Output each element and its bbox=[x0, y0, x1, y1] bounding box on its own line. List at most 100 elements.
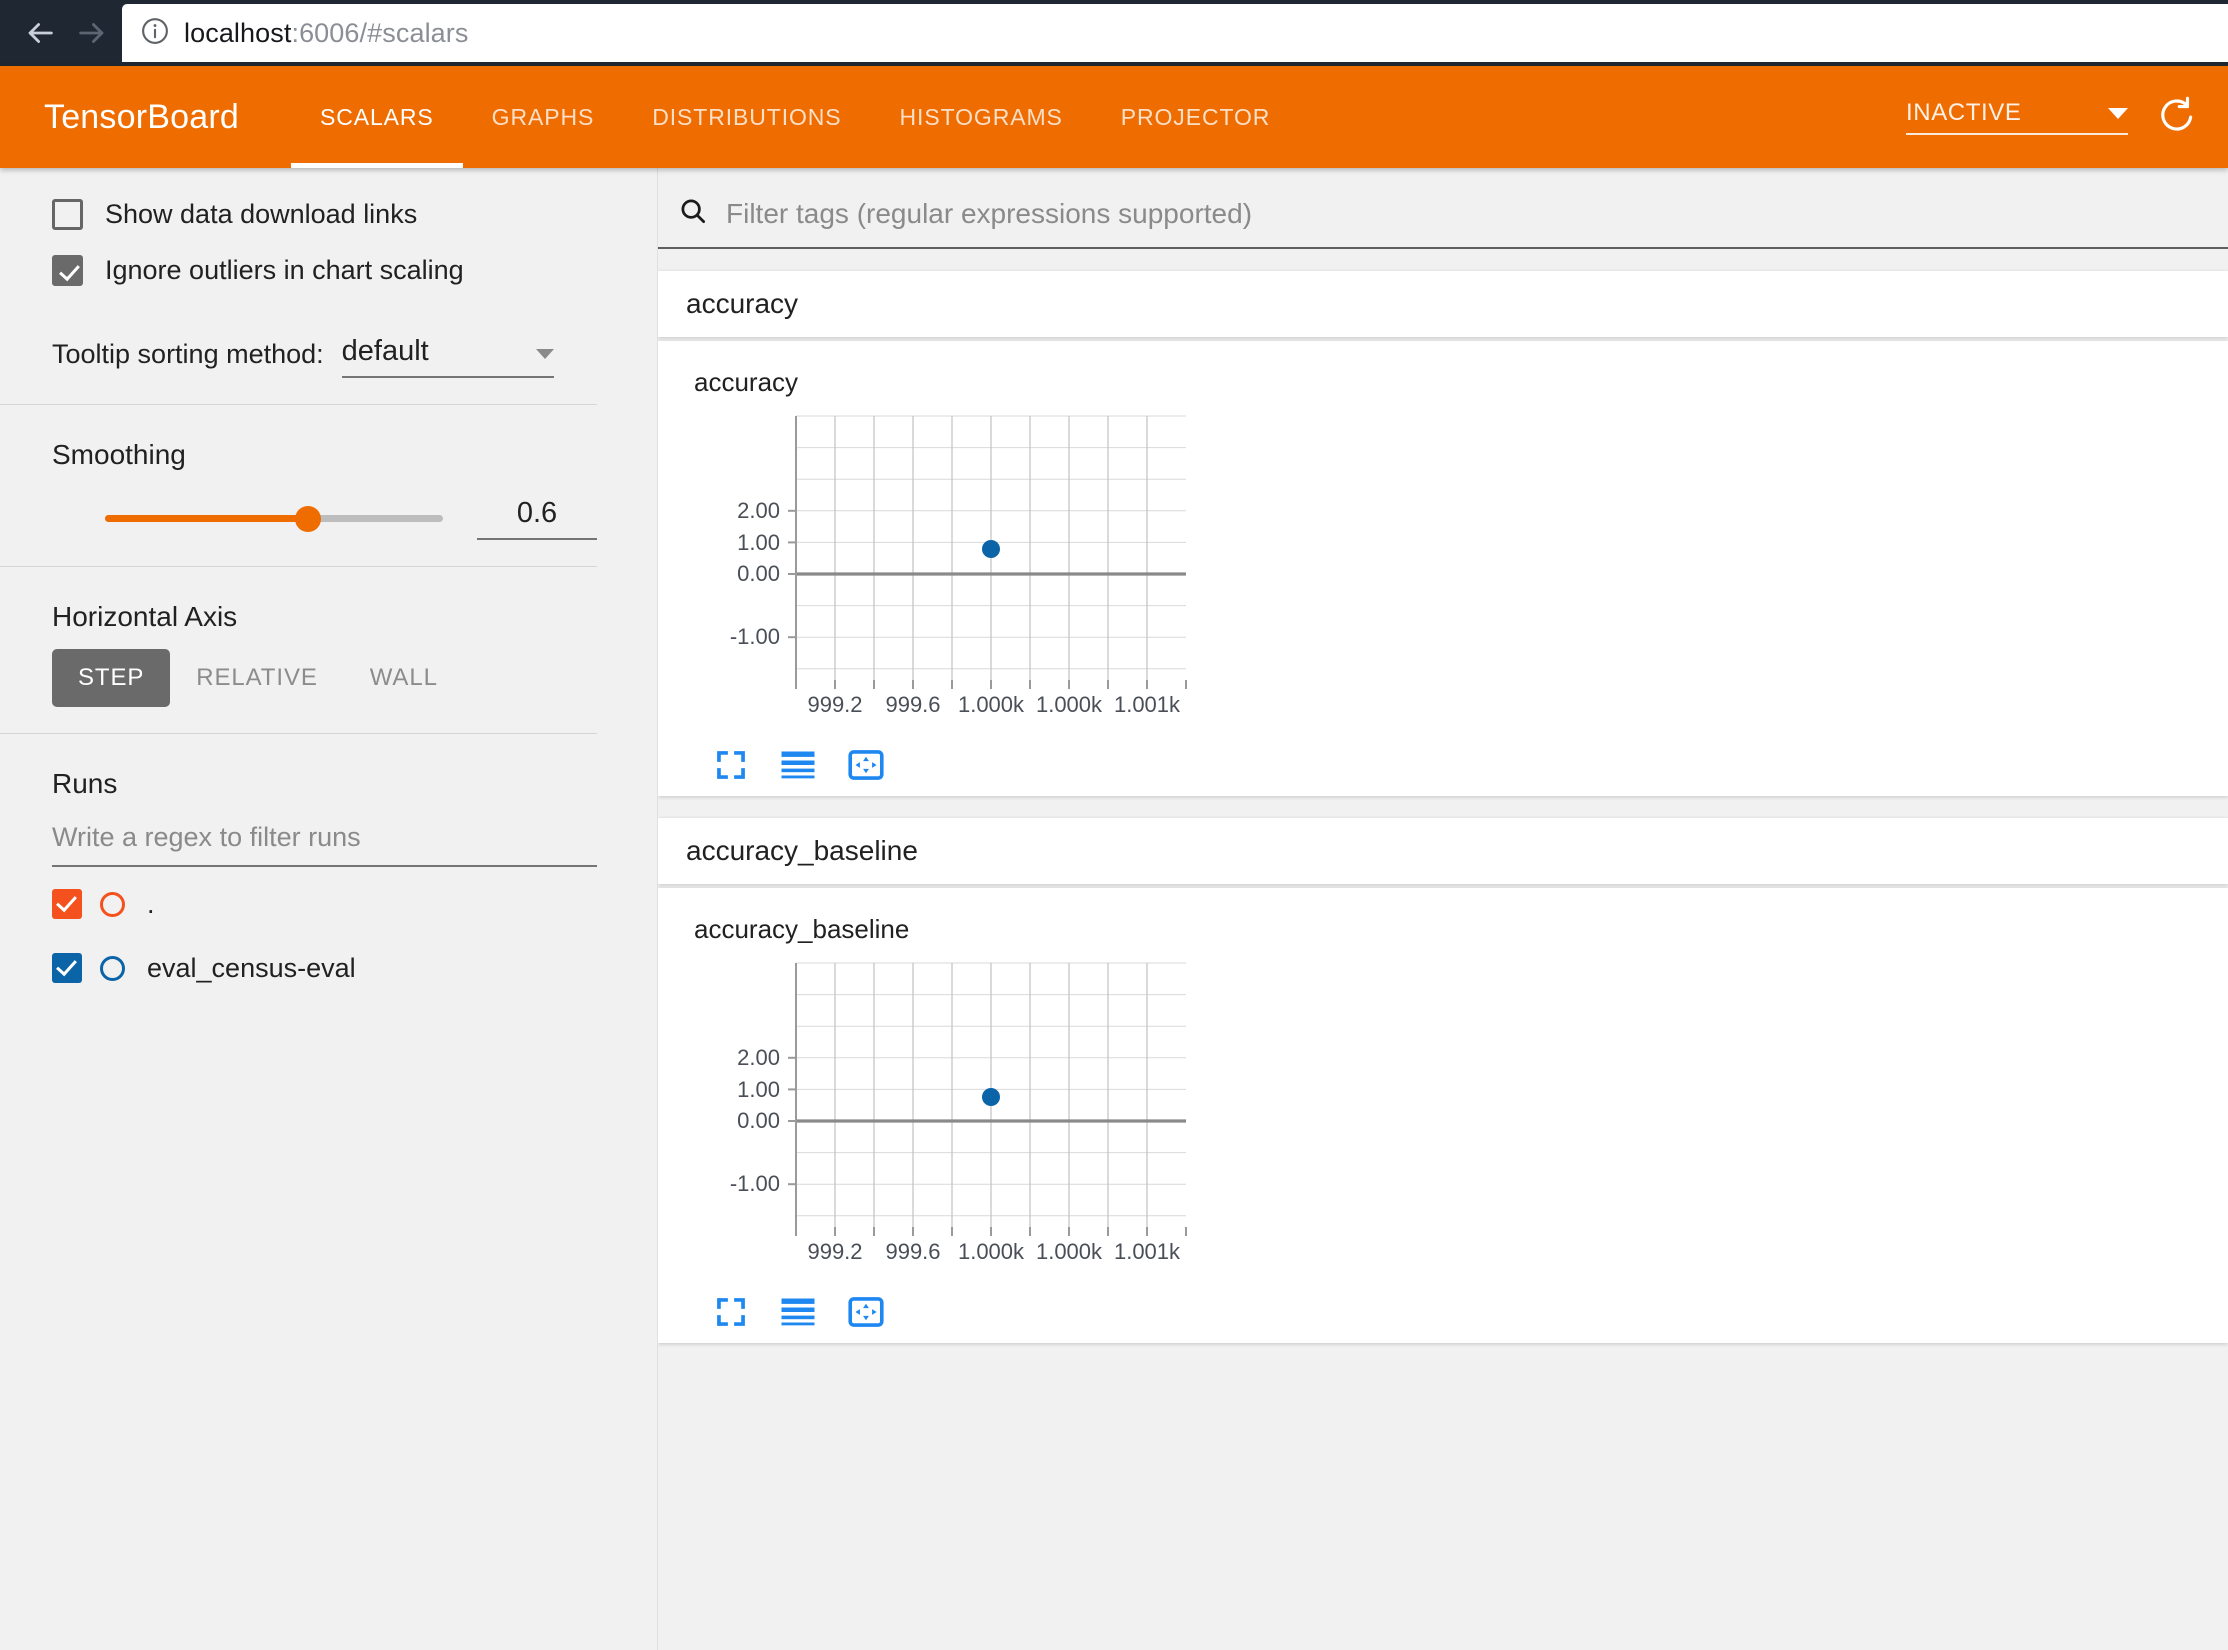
label-ignore-outliers: Ignore outliers in chart scaling bbox=[105, 254, 464, 285]
svg-text:1.000k: 1.000k bbox=[958, 692, 1025, 717]
chart-plot-accuracy[interactable]: 2.00 1.00 0.00 -1.00 999.2 999.6 1.000k … bbox=[686, 408, 1206, 738]
pan-reset-icon[interactable] bbox=[848, 1296, 884, 1328]
chevron-down-icon bbox=[2108, 107, 2128, 119]
tab-graphs[interactable]: GRAPHS bbox=[463, 66, 624, 168]
page-body: Show data download links Ignore outliers… bbox=[0, 168, 2228, 1650]
tab-histograms[interactable]: HISTOGRAMS bbox=[871, 66, 1092, 168]
arrow-left-icon bbox=[23, 16, 57, 50]
tab-projector[interactable]: PROJECTOR bbox=[1092, 66, 1300, 168]
data-series-lines-icon[interactable] bbox=[780, 750, 816, 780]
svg-text:1.000k: 1.000k bbox=[958, 1239, 1025, 1264]
data-point bbox=[982, 1088, 1000, 1106]
svg-text:2.00: 2.00 bbox=[737, 498, 780, 523]
sidebar-horizontal-axis-section: Horizontal Axis STEP RELATIVE WALL bbox=[0, 601, 657, 707]
horizontal-axis-title: Horizontal Axis bbox=[52, 601, 238, 632]
refresh-icon bbox=[2156, 94, 2198, 141]
sidebar-divider-1 bbox=[0, 404, 597, 405]
tooltip-sorting-select[interactable]: default bbox=[341, 335, 554, 378]
data-point bbox=[982, 540, 1000, 558]
run-checkbox-dot[interactable] bbox=[52, 889, 82, 919]
axis-option-step[interactable]: STEP bbox=[52, 649, 171, 707]
chart-title-accuracy-baseline: accuracy_baseline bbox=[694, 914, 910, 944]
fullscreen-expand-icon[interactable] bbox=[714, 1295, 748, 1329]
chart-svg-accuracy-baseline: 2.00 1.00 0.00 -1.00 999.2 999.6 1.000k … bbox=[730, 962, 1187, 1264]
smoothing-slider[interactable] bbox=[105, 505, 443, 532]
search-icon bbox=[678, 196, 708, 231]
run-color-circle-dot bbox=[100, 891, 125, 917]
chart-card-body-accuracy: accuracy 2.00 1.00 0.00 -1.00 999.2 999.… bbox=[658, 341, 2228, 796]
svg-text:1.001k: 1.001k bbox=[1114, 692, 1181, 717]
tag-filter-bar[interactable]: Filter tags (regular expressions support… bbox=[658, 196, 2228, 249]
reload-mode-value: INACTIVE bbox=[1906, 99, 2022, 126]
svg-text:999.2: 999.2 bbox=[807, 1239, 862, 1264]
fullscreen-expand-icon[interactable] bbox=[714, 748, 748, 782]
tag-card-accuracy: accuracy bbox=[658, 271, 2228, 337]
tooltip-sorting-label: Tooltip sorting method: bbox=[52, 339, 324, 369]
svg-text:1.000k: 1.000k bbox=[1036, 1239, 1103, 1264]
tab-distributions[interactable]: DISTRIBUTIONS bbox=[623, 66, 870, 168]
svg-text:999.6: 999.6 bbox=[885, 692, 940, 717]
sidebar: Show data download links Ignore outliers… bbox=[0, 168, 658, 1650]
refresh-button[interactable] bbox=[2156, 94, 2198, 141]
smoothing-slider-fill bbox=[105, 515, 308, 522]
svg-text:0.00: 0.00 bbox=[737, 561, 780, 586]
label-show-download-links: Show data download links bbox=[105, 198, 418, 229]
url-text: localhost:6006/#scalars bbox=[184, 18, 468, 49]
option-ignore-outliers[interactable]: Ignore outliers in chart scaling bbox=[52, 242, 657, 298]
tag-card-header-accuracy[interactable]: accuracy bbox=[658, 271, 2228, 337]
smoothing-row: 0.6 bbox=[52, 497, 657, 540]
smoothing-value-field[interactable]: 0.6 bbox=[477, 497, 597, 540]
chart-svg-accuracy: 2.00 1.00 0.00 -1.00 999.2 999.6 1.000k … bbox=[730, 415, 1187, 717]
url-path: :6006/#scalars bbox=[291, 17, 469, 48]
svg-text:1.000k: 1.000k bbox=[1036, 692, 1103, 717]
smoothing-slider-thumb[interactable] bbox=[294, 505, 321, 532]
chart-card-accuracy-baseline: accuracy_baseline 2.00 1.00 0.00 -1.00 9… bbox=[658, 888, 2228, 1343]
checkbox-ignore-outliers[interactable] bbox=[52, 254, 83, 286]
svg-text:999.2: 999.2 bbox=[807, 692, 862, 717]
pan-reset-icon[interactable] bbox=[848, 749, 884, 781]
tag-card-accuracy-baseline: accuracy_baseline bbox=[658, 818, 2228, 884]
app-header: TensorBoard SCALARS GRAPHS DISTRIBUTIONS… bbox=[0, 66, 2228, 168]
chart-toolbar-accuracy bbox=[658, 748, 2228, 782]
nav-tabs: SCALARS GRAPHS DISTRIBUTIONS HISTOGRAMS … bbox=[290, 66, 1300, 168]
sidebar-divider-3 bbox=[0, 733, 597, 734]
sidebar-smoothing-section: Smoothing 0.6 bbox=[0, 439, 657, 540]
svg-text:0.00: 0.00 bbox=[737, 1108, 780, 1133]
url-host: localhost bbox=[184, 17, 292, 48]
horizontal-axis-toggle-group: STEP RELATIVE WALL bbox=[52, 649, 657, 707]
address-bar[interactable]: localhost:6006/#scalars bbox=[122, 4, 2228, 62]
sidebar-divider-2 bbox=[0, 566, 597, 567]
runs-filter-input[interactable]: Write a regex to filter runs bbox=[52, 822, 597, 867]
smoothing-value: 0.6 bbox=[516, 497, 558, 529]
svg-text:-1.00: -1.00 bbox=[730, 624, 780, 649]
data-series-lines-icon[interactable] bbox=[780, 1297, 816, 1327]
axis-option-wall[interactable]: WALL bbox=[344, 649, 464, 707]
tooltip-sorting-row: Tooltip sorting method: default bbox=[52, 316, 657, 378]
run-item-eval-census-eval[interactable]: eval_census-eval bbox=[52, 941, 657, 995]
sidebar-display-options: Show data download links Ignore outliers… bbox=[0, 186, 657, 378]
header-actions: INACTIVE bbox=[1906, 66, 2228, 168]
svg-text:2.00: 2.00 bbox=[737, 1045, 780, 1070]
info-circle-icon[interactable] bbox=[140, 16, 170, 51]
reload-mode-select[interactable]: INACTIVE bbox=[1906, 99, 2128, 135]
tab-scalars[interactable]: SCALARS bbox=[290, 66, 463, 168]
option-show-download-links[interactable]: Show data download links bbox=[52, 186, 657, 242]
svg-text:-1.00: -1.00 bbox=[730, 1171, 780, 1196]
chart-plot-accuracy-baseline[interactable]: 2.00 1.00 0.00 -1.00 999.2 999.6 1.000k … bbox=[686, 955, 1206, 1285]
run-item-dot[interactable]: . bbox=[52, 877, 657, 931]
tag-card-header-accuracy-baseline[interactable]: accuracy_baseline bbox=[658, 818, 2228, 884]
run-label-dot: . bbox=[147, 888, 155, 919]
back-button[interactable] bbox=[14, 7, 66, 59]
browser-toolbar: localhost:6006/#scalars bbox=[0, 0, 2228, 66]
svg-text:1.001k: 1.001k bbox=[1114, 1239, 1181, 1264]
svg-text:999.6: 999.6 bbox=[885, 1239, 940, 1264]
chart-title-accuracy: accuracy bbox=[694, 367, 799, 397]
tag-filter-placeholder: Filter tags (regular expressions support… bbox=[726, 197, 1253, 229]
run-label-eval-census-eval: eval_census-eval bbox=[147, 952, 356, 983]
smoothing-title: Smoothing bbox=[52, 439, 186, 470]
chart-card-body-accuracy-baseline: accuracy_baseline 2.00 1.00 0.00 -1.00 9… bbox=[658, 888, 2228, 1343]
axis-option-relative[interactable]: RELATIVE bbox=[170, 649, 343, 707]
run-checkbox-eval-census-eval[interactable] bbox=[52, 953, 82, 983]
forward-button[interactable] bbox=[66, 7, 118, 59]
checkbox-show-download-links[interactable] bbox=[52, 198, 83, 230]
